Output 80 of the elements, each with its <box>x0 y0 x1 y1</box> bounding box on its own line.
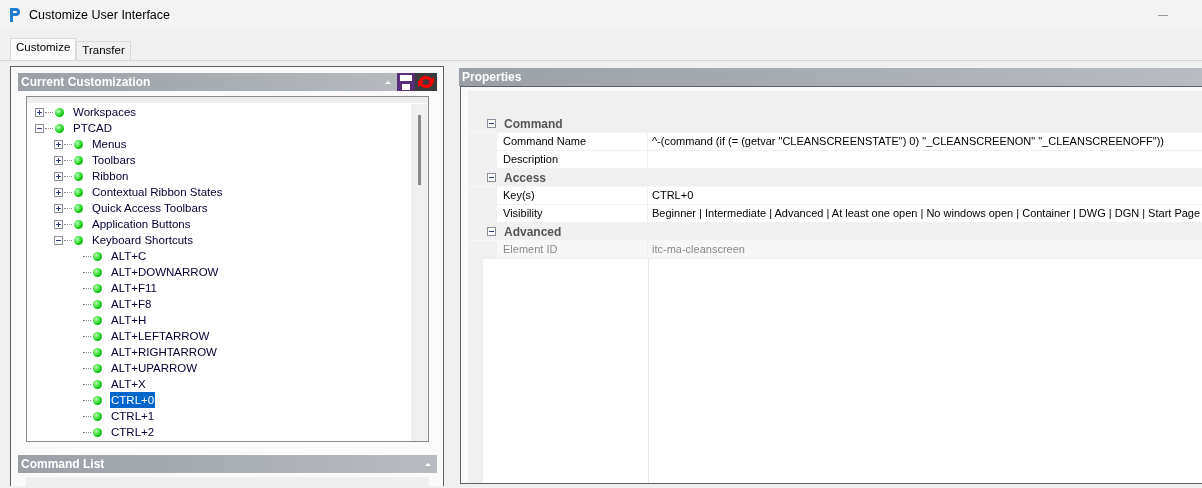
property-row[interactable]: Command Name ^-(command (if (= (getvar "CLEANSCREENSTATE") 0) "_CLEANSCREENON" "_CLEANSCREENOFF")) <box>497 133 1202 151</box>
tree-item[interactable]: Toolbars <box>91 152 137 168</box>
property-row[interactable]: Key(s) CTRL+0 <box>497 187 1202 205</box>
tree-item[interactable]: Contextual Ribbon States <box>91 184 224 200</box>
property-name: Visibility <box>497 205 648 222</box>
tree-item[interactable]: Ribbon <box>91 168 130 184</box>
app-logo-icon <box>7 6 23 24</box>
status-dot-icon <box>93 299 102 309</box>
status-dot-icon <box>93 363 102 373</box>
status-dot-icon <box>55 123 64 133</box>
expand-box-icon[interactable] <box>54 139 63 149</box>
tree-item[interactable]: CTRL+0 <box>110 392 156 408</box>
property-value[interactable]: ^-(command (if (= (getvar "CLEANSCREENSTATE") 0) "_CLEANSCREENON" "_CLEANSCREENOFF")) <box>648 133 1202 150</box>
category-label: Command <box>504 116 563 131</box>
expand-box-icon[interactable] <box>54 155 63 165</box>
save-icon[interactable] <box>397 73 415 91</box>
expand-box-icon[interactable] <box>54 203 63 213</box>
status-dot-icon <box>74 139 83 149</box>
category-label: Access <box>504 170 547 185</box>
status-dot-icon <box>74 155 83 165</box>
scrollbar[interactable] <box>411 104 428 441</box>
property-name: Command Name <box>497 133 648 150</box>
tree-item[interactable]: Quick Access Toolbars <box>91 200 209 216</box>
status-dot-icon <box>74 219 83 229</box>
panel-title: Command List <box>20 457 105 471</box>
status-dot-icon <box>93 427 102 437</box>
status-dot-icon <box>93 331 102 341</box>
tree-item[interactable]: ALT+F8 <box>110 296 153 312</box>
tree-item[interactable]: ALT+UPARROW <box>110 360 199 376</box>
tree-item[interactable]: ALT+LEFTARROW <box>110 328 211 344</box>
collapse-box-icon[interactable] <box>54 235 63 245</box>
category-label: Advanced <box>504 224 562 239</box>
panel-title: Current Customization <box>20 75 151 89</box>
status-dot-icon <box>93 411 102 421</box>
tab[interactable]: Customize <box>10 38 77 60</box>
property-row[interactable]: Visibility Beginner | Intermediate | Advanced | At least one open | No windows open | Container | DWG | DGN | Start Page <box>497 205 1202 223</box>
tree-item[interactable]: ALT+RIGHTARROW <box>110 344 218 360</box>
status-dot-icon <box>93 251 102 261</box>
property-name: Description <box>497 151 648 168</box>
tree-item[interactable]: Workspaces <box>72 104 138 120</box>
expand-box-icon[interactable] <box>54 187 63 197</box>
status-dot-icon <box>93 347 102 357</box>
tree-item[interactable]: Keyboard Shortcuts <box>91 232 194 248</box>
tree-item[interactable]: Menus <box>91 136 128 152</box>
property-name: Element ID <box>497 241 648 258</box>
collapse-box-icon[interactable] <box>35 123 44 133</box>
property-row[interactable]: Description <box>497 151 1202 169</box>
collapse-box-icon[interactable] <box>487 173 496 182</box>
property-name: Key(s) <box>497 187 648 204</box>
tree-item[interactable]: ALT+H <box>110 312 148 328</box>
status-dot-icon <box>93 379 102 389</box>
property-value[interactable]: Beginner | Intermediate | Advanced | At least one open | No windows open | Container | DWG | DGN | Start Page <box>648 205 1202 222</box>
expand-box-icon[interactable] <box>54 219 63 229</box>
tree-item[interactable]: ALT+DOWNARROW <box>110 264 220 280</box>
collapse-box-icon[interactable] <box>487 119 496 128</box>
status-dot-icon <box>55 107 64 117</box>
expand-box-icon[interactable] <box>54 171 63 181</box>
status-dot-icon <box>74 171 83 181</box>
scroll-thumb[interactable] <box>418 115 421 185</box>
status-dot-icon <box>93 267 102 277</box>
status-dot-icon <box>74 187 83 197</box>
expand-box-icon[interactable] <box>35 107 44 117</box>
tree-item[interactable]: CTRL+2 <box>110 424 156 440</box>
status-dot-icon <box>74 235 83 245</box>
tree-item[interactable]: PTCAD <box>72 120 113 136</box>
status-dot-icon <box>93 315 102 325</box>
panel-title: Properties <box>461 70 522 84</box>
status-dot-icon <box>74 203 83 213</box>
tree-item[interactable]: CTRL+1 <box>110 408 156 424</box>
status-dot-icon <box>93 283 102 293</box>
window-title: Customize User Interface <box>29 8 171 22</box>
tab[interactable]: Transfer <box>76 41 131 60</box>
tree-item[interactable]: ALT+F11 <box>110 280 158 296</box>
status-dot-icon <box>93 395 102 405</box>
minimize-icon[interactable] <box>1158 14 1168 16</box>
tree-item[interactable]: ALT+X <box>110 376 147 392</box>
tree-item[interactable]: ALT+C <box>110 248 148 264</box>
tree-item[interactable]: Application Buttons <box>91 216 192 232</box>
property-value[interactable]: CTRL+0 <box>648 187 1202 204</box>
collapse-box-icon[interactable] <box>487 227 496 236</box>
